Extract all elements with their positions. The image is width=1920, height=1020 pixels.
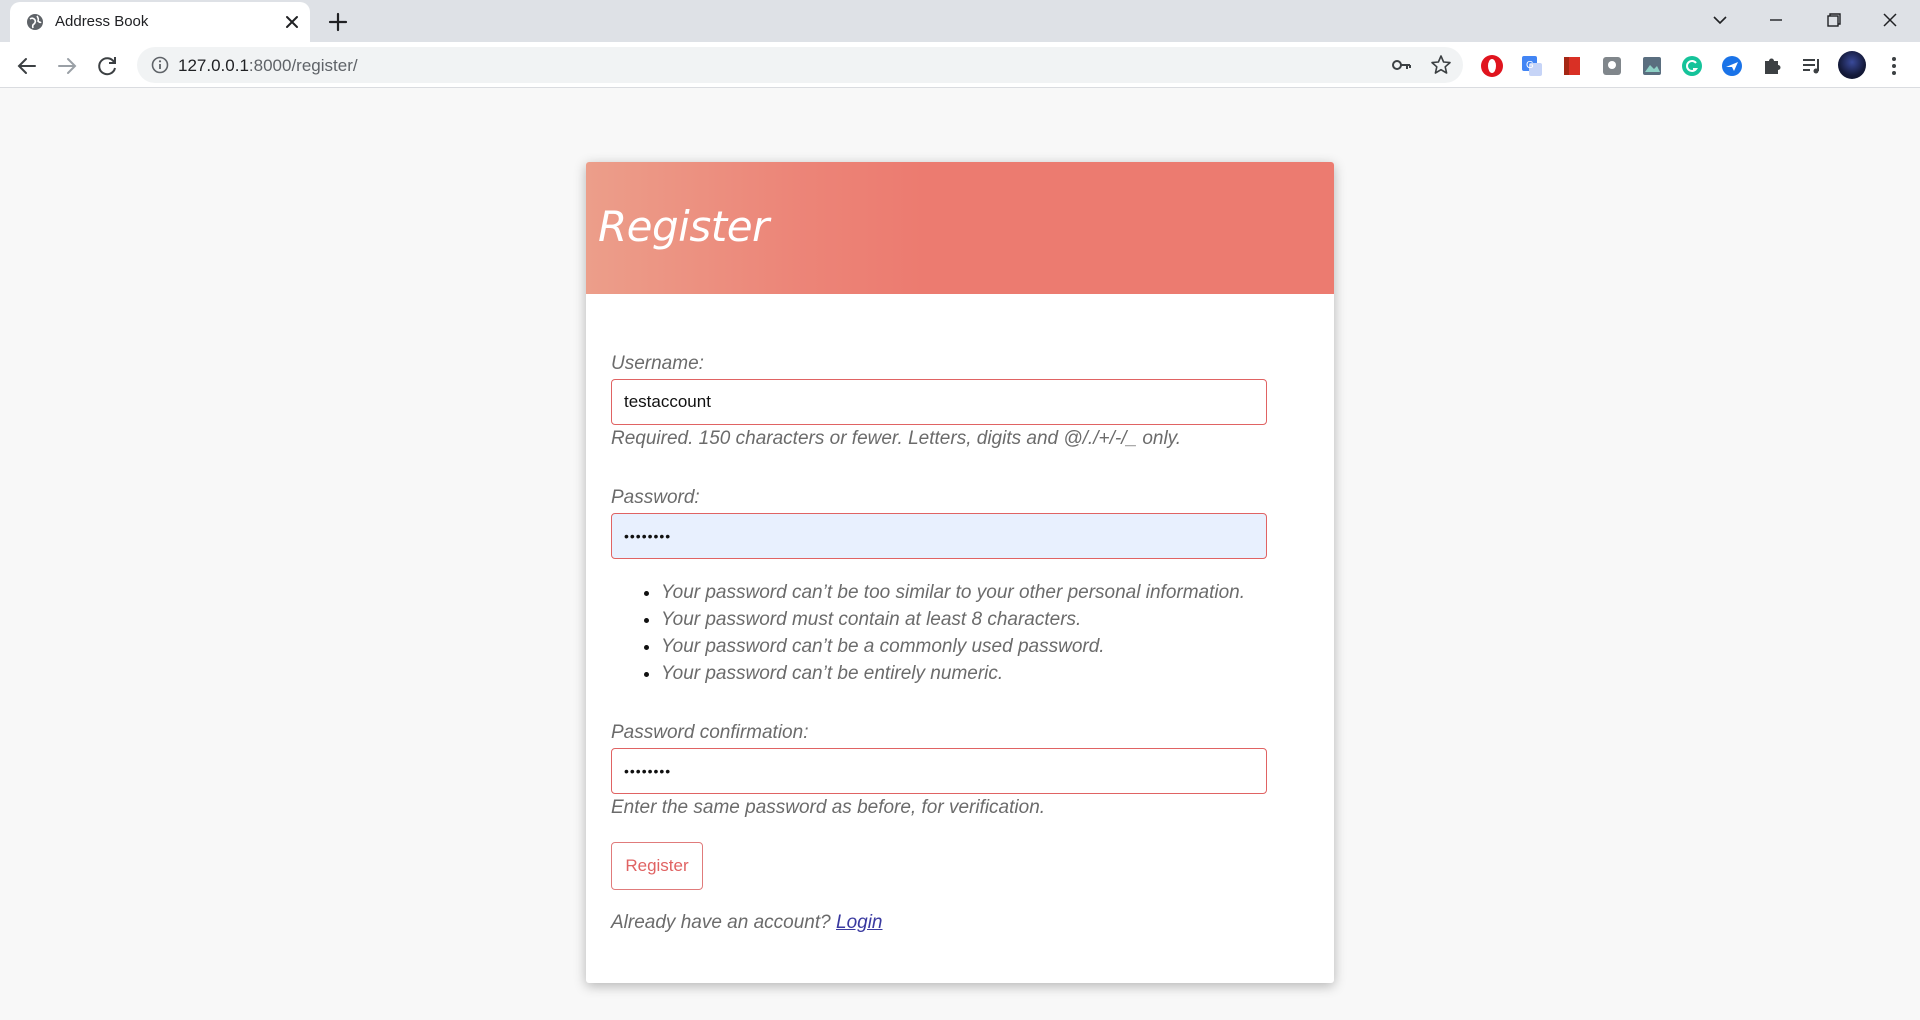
browser-toolbar: 127.0.0.1:8000/register/ G bbox=[0, 42, 1920, 88]
plus-icon[interactable] bbox=[325, 9, 351, 35]
card-header: Register bbox=[586, 162, 1334, 294]
tab-strip: Address Book bbox=[0, 0, 1920, 42]
info-icon[interactable] bbox=[151, 56, 169, 74]
password-label: Password: bbox=[611, 487, 700, 508]
chevron-down-icon[interactable] bbox=[1700, 5, 1740, 35]
login-link[interactable]: Login bbox=[836, 912, 883, 933]
bookmark-red-icon[interactable] bbox=[1560, 54, 1584, 78]
login-prompt: Already have an account? Login bbox=[611, 912, 883, 934]
browser-tab[interactable]: Address Book bbox=[10, 2, 310, 42]
url-text[interactable]: 127.0.0.1:8000/register/ bbox=[178, 56, 358, 76]
list-item: Your password can’t be too similar to yo… bbox=[661, 579, 1245, 606]
username-label: Username: bbox=[611, 353, 704, 374]
plane-icon[interactable] bbox=[1720, 54, 1744, 78]
star-icon[interactable] bbox=[1430, 54, 1452, 76]
tab-title: Address Book bbox=[55, 13, 149, 30]
forward-arrow-icon[interactable] bbox=[53, 52, 81, 80]
close-icon[interactable] bbox=[1870, 5, 1910, 35]
list-item: Your password can’t be a commonly used p… bbox=[661, 633, 1245, 660]
register-card: Register Username: Required. 150 charact… bbox=[586, 162, 1334, 983]
minimize-icon[interactable] bbox=[1756, 5, 1796, 35]
username-help: Required. 150 characters or fewer. Lette… bbox=[611, 428, 1182, 449]
key-icon[interactable] bbox=[1390, 54, 1412, 76]
puzzle-icon[interactable] bbox=[1760, 54, 1784, 78]
password-confirmation-help: Enter the same password as before, for v… bbox=[611, 797, 1046, 818]
restore-icon[interactable] bbox=[1813, 5, 1853, 35]
grammarly-icon[interactable] bbox=[1680, 54, 1704, 78]
password-confirmation-label: Password confirmation: bbox=[611, 722, 809, 743]
translate-icon[interactable]: G bbox=[1520, 54, 1544, 78]
back-arrow-icon[interactable] bbox=[13, 52, 41, 80]
url-path: :8000/register/ bbox=[248, 56, 358, 75]
login-prompt-text: Already have an account? bbox=[611, 912, 836, 933]
svg-text:G: G bbox=[1526, 60, 1534, 71]
opera-icon[interactable] bbox=[1480, 54, 1504, 78]
url-host: 127.0.0.1 bbox=[178, 56, 249, 75]
password-confirmation-field[interactable] bbox=[611, 748, 1267, 794]
password-rules: Your password can’t be too similar to yo… bbox=[661, 579, 1245, 687]
globe-icon bbox=[27, 14, 43, 30]
register-button[interactable]: Register bbox=[611, 842, 703, 890]
close-icon[interactable] bbox=[281, 11, 303, 33]
password-field[interactable] bbox=[611, 513, 1267, 559]
media-icon[interactable] bbox=[1800, 54, 1824, 78]
list-item: Your password can’t be entirely numeric. bbox=[661, 660, 1245, 687]
image-icon[interactable] bbox=[1640, 54, 1664, 78]
list-item: Your password must contain at least 8 ch… bbox=[661, 606, 1245, 633]
more-vert-icon[interactable] bbox=[1882, 54, 1906, 78]
reload-icon[interactable] bbox=[93, 52, 121, 80]
address-bar[interactable]: 127.0.0.1:8000/register/ bbox=[137, 47, 1463, 83]
avatar[interactable] bbox=[1838, 51, 1866, 79]
page-title: Register bbox=[598, 202, 769, 251]
screen-icon[interactable] bbox=[1600, 54, 1624, 78]
username-field[interactable] bbox=[611, 379, 1267, 425]
